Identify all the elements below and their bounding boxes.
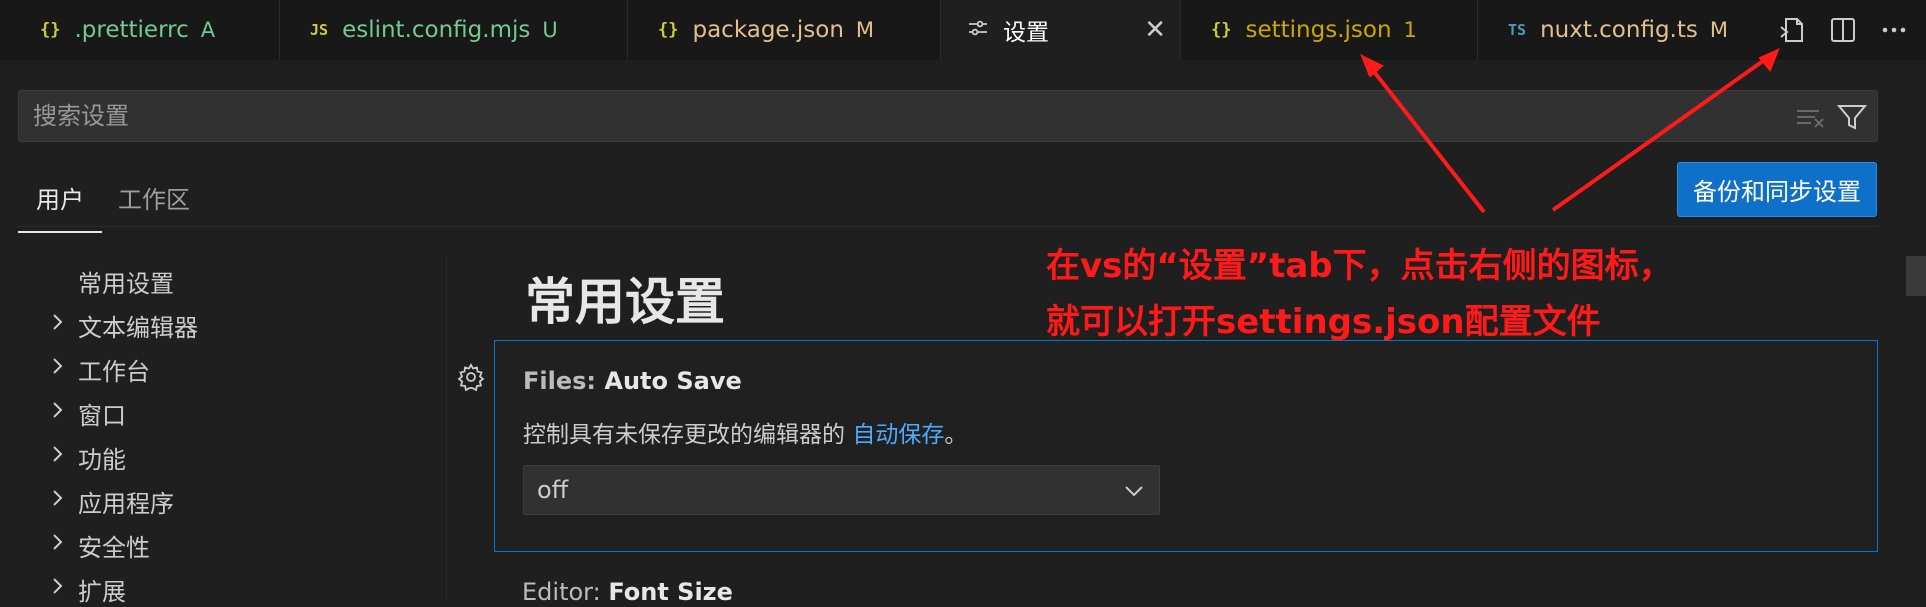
tab-workspace-scope[interactable]: 工作区	[118, 180, 190, 231]
tab-settings[interactable]: 设置 ✕	[941, 0, 1181, 61]
scrollbar-thumb[interactable]	[1906, 256, 1926, 296]
tab-label: settings.json	[1245, 17, 1392, 43]
settings-editor-icon	[967, 17, 989, 44]
tab-label: 设置	[1003, 20, 1049, 46]
setting-description: 控制具有未保存更改的编辑器的 自动保存。	[523, 415, 967, 449]
auto-save-select[interactable]: off	[523, 465, 1160, 515]
tab-user-scope[interactable]: 用户	[18, 180, 102, 233]
json-file-icon: {}	[1211, 20, 1232, 40]
tab-nuxt-config[interactable]: TS nuxt.config.ts M	[1478, 0, 1768, 60]
toc-item-features[interactable]: 功能	[78, 440, 126, 475]
toc-item-text-editor[interactable]: 文本编辑器	[78, 308, 198, 343]
json-file-icon: {}	[658, 20, 679, 40]
open-settings-json-icon[interactable]	[1775, 13, 1809, 47]
filter-icon[interactable]	[1835, 100, 1869, 138]
setting-name: Auto Save	[604, 367, 742, 395]
chevron-right-icon	[53, 578, 63, 594]
chevron-down-icon	[1125, 486, 1143, 497]
annotation-line-2: 就可以打开settings.json配置文件	[1046, 302, 1601, 342]
git-status-badge: M	[855, 18, 875, 42]
git-status-badge: A	[200, 18, 216, 42]
description-text: 控制具有未保存更改的编辑器的	[523, 422, 853, 448]
settings-scope-tabs: 用户 工作区	[18, 172, 1878, 233]
setting-category: Editor:	[522, 578, 609, 606]
toc-item-security[interactable]: 安全性	[78, 528, 150, 563]
settings-toc: 常用设置 文本编辑器 工作台 窗口 功能 应用程序 安全性 扩展	[0, 256, 446, 606]
annotation-line-1: 在vs的“设置”tab下，点击右侧的图标，	[1046, 246, 1673, 286]
toc-item-workbench[interactable]: 工作台	[78, 352, 150, 387]
setting-title: Files: Auto Save	[523, 367, 742, 395]
chevron-right-icon	[53, 534, 63, 550]
settings-search-box	[18, 90, 1878, 142]
chevron-right-icon	[53, 314, 63, 330]
tab-eslint-config[interactable]: JS eslint.config.mjs U	[280, 0, 628, 60]
problems-count-badge: 1	[1403, 18, 1417, 42]
js-file-icon: JS	[310, 21, 329, 39]
editor-tab-bar: {} .prettierrc A JS eslint.config.mjs U …	[0, 0, 1926, 61]
setting-item-files-auto-save: Files: Auto Save 控制具有未保存更改的编辑器的 自动保存。 of…	[494, 340, 1878, 552]
setting-gear-icon[interactable]	[456, 362, 486, 392]
git-status-badge: M	[1709, 18, 1728, 42]
setting-category: Files:	[523, 367, 605, 395]
editor-actions	[1760, 0, 1926, 60]
chevron-right-icon	[53, 402, 63, 418]
ts-file-icon: TS	[1508, 21, 1527, 39]
toc-item-window[interactable]: 窗口	[78, 396, 126, 431]
settings-search-input[interactable]	[19, 91, 1739, 141]
description-end: 。	[944, 422, 968, 448]
selected-value: off	[537, 476, 569, 504]
json-file-icon: {}	[40, 20, 61, 40]
next-setting-title: Editor: Font Size	[522, 578, 733, 606]
toc-item-extensions[interactable]: 扩展	[78, 572, 126, 607]
chevron-right-icon	[53, 490, 63, 506]
tab-label: package.json	[692, 17, 844, 43]
git-status-badge: U	[542, 18, 558, 42]
chevron-right-icon	[53, 358, 63, 374]
backup-sync-button[interactable]: 备份和同步设置	[1677, 162, 1877, 217]
setting-name: Font Size	[608, 578, 733, 606]
split-editor-icon[interactable]	[1826, 13, 1860, 47]
tab-package-json[interactable]: {} package.json M	[628, 0, 941, 60]
toc-item-application[interactable]: 应用程序	[78, 484, 174, 519]
section-title: 常用设置	[525, 273, 725, 331]
tab-label: eslint.config.mjs	[342, 17, 531, 43]
chevron-right-icon	[53, 446, 63, 462]
close-icon[interactable]: ✕	[1144, 15, 1166, 45]
tab-label: nuxt.config.ts	[1540, 17, 1698, 43]
tab-prettierrc[interactable]: {} .prettierrc A	[0, 0, 280, 60]
sash-divider[interactable]	[446, 256, 447, 600]
tab-settings-json[interactable]: {} settings.json 1	[1181, 0, 1478, 60]
tab-label: .prettierrc	[74, 17, 189, 43]
auto-save-link[interactable]: 自动保存	[852, 422, 944, 448]
more-actions-icon[interactable]	[1877, 13, 1911, 47]
clear-filter-icon[interactable]	[1793, 100, 1827, 138]
toc-item-common[interactable]: 常用设置	[78, 264, 174, 299]
